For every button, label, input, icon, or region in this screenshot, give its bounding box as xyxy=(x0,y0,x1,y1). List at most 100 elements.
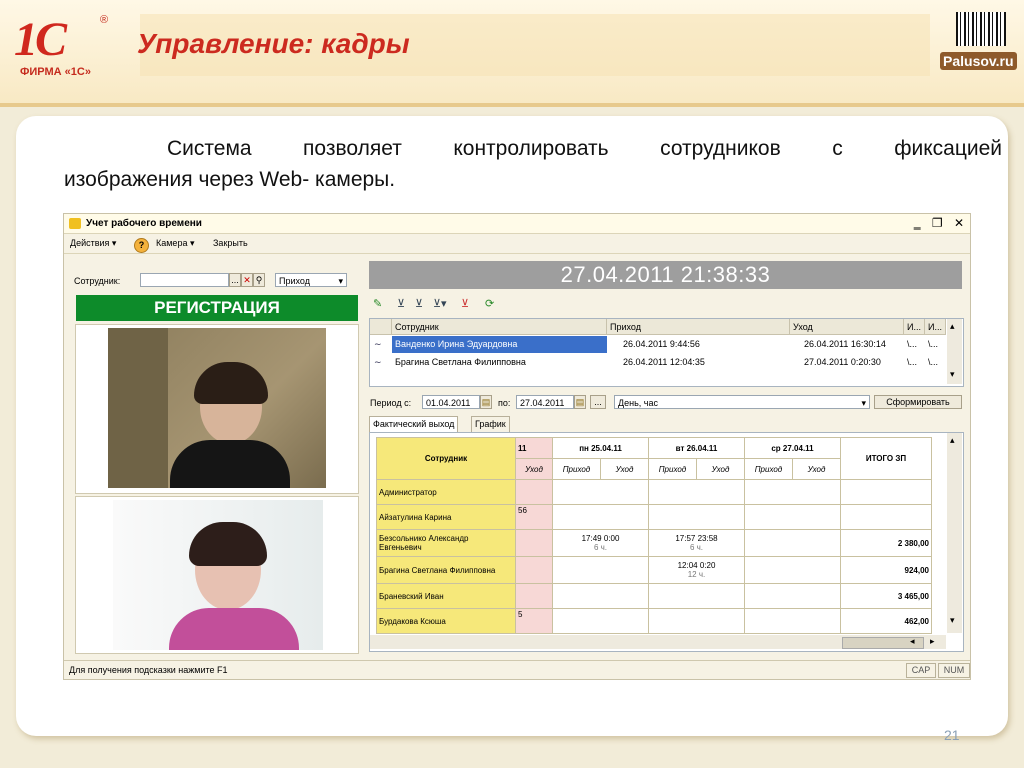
search-icon[interactable]: ⚲ xyxy=(253,273,265,287)
report-header-total: ИТОГО ЗП xyxy=(840,437,932,480)
table-row[interactable]: Администратор xyxy=(376,479,932,505)
period-select-button[interactable]: ... xyxy=(590,395,606,409)
minimize-icon[interactable]: ‗ xyxy=(914,216,921,230)
scroll-up-icon[interactable]: ▴ xyxy=(950,435,955,446)
scroll-right-icon[interactable]: ▸ xyxy=(930,636,935,647)
camera-view-1 xyxy=(75,324,359,494)
report-subheader: Приход xyxy=(552,458,601,480)
report-employee: Безсольнико Александр Евгеньевич xyxy=(376,529,516,557)
report-hour xyxy=(515,583,553,609)
row-icon: ∼ xyxy=(374,357,382,367)
report-subheader: Приход xyxy=(648,458,697,480)
report-vscrollbar[interactable]: ▴ ▾ xyxy=(947,433,962,633)
granularity-select[interactable]: День, час ▾ xyxy=(614,395,870,409)
filter-list-icon[interactable]: ⊻▾ xyxy=(433,297,447,310)
barcode-icon xyxy=(956,12,1006,46)
filter-apply-icon[interactable]: ⊻ xyxy=(415,297,423,310)
report-times: 17:57 23:58 xyxy=(675,534,718,543)
log-toolbar: ✎ ⊻ ⊻ ⊻▾ ⊻ ⟳ xyxy=(371,297,571,313)
help-icon[interactable]: ? xyxy=(134,238,149,253)
log-header-employee[interactable]: Сотрудник xyxy=(392,319,607,335)
webcam-photo-1 xyxy=(108,328,326,488)
filter-icon[interactable]: ⊻ xyxy=(397,297,405,310)
row-icon: ∼ xyxy=(374,339,382,349)
table-row[interactable]: Брагина Светлана Филипповна 12:04 0:20 12… xyxy=(376,556,932,584)
report-hscrollbar[interactable]: ◂ ▸ xyxy=(370,635,946,649)
window-controls: ‗ ❐ ✕ xyxy=(906,216,964,230)
table-row[interactable]: Браневский Иван 3 465,00 xyxy=(376,583,932,609)
tab-schedule[interactable]: График xyxy=(471,416,510,432)
menu-actions[interactable]: Действия ▾ xyxy=(70,238,116,249)
app-icon xyxy=(69,218,81,229)
report-employee: Айзатулина Карина xyxy=(376,504,516,530)
employee-input[interactable] xyxy=(140,273,229,287)
status-bar: Для получения подсказки нажмите F1 CAP N… xyxy=(64,660,970,679)
calendar-icon[interactable]: ▤ xyxy=(480,395,492,409)
slide-header: 1С ® ФИРМА «1С» Управление: кадры Paluso… xyxy=(0,0,1024,107)
log-header-c1[interactable]: И... xyxy=(904,319,925,335)
report-table: Сотрудник 11 пн 25.04.11 вт 26.04.11 ср … xyxy=(376,437,932,634)
log-header-in[interactable]: Приход xyxy=(607,319,790,335)
report-subheader: Приход xyxy=(744,458,793,480)
period-to-input[interactable]: 27.04.2011 xyxy=(516,395,574,409)
report-total: 462,00 xyxy=(840,608,932,634)
close-icon[interactable]: ✕ xyxy=(954,216,964,230)
scroll-down-icon[interactable]: ▾ xyxy=(950,615,955,626)
description-line-1: Система позволяет контролировать сотрудн… xyxy=(167,137,1002,160)
refresh-icon[interactable]: ⟳ xyxy=(485,297,494,310)
report-subheader: Уход xyxy=(792,458,841,480)
scroll-up-icon[interactable]: ▴ xyxy=(950,321,955,332)
report-hours: 6 ч. xyxy=(593,543,608,552)
restore-icon[interactable]: ❐ xyxy=(932,216,943,230)
report-header-day-1: пн 25.04.11 xyxy=(552,437,649,459)
window-menubar: Действия ▾ ? Камера ▾ Закрыть xyxy=(64,234,970,254)
logo-firm-name: ФИРМА «1С» xyxy=(20,66,91,78)
report-header-day-3: ср 27.04.11 xyxy=(744,437,841,459)
time-tracking-window: Учет рабочего времени ‗ ❐ ✕ Действия ▾ ?… xyxy=(63,213,971,680)
build-report-button[interactable]: Сформировать xyxy=(874,395,962,409)
table-row[interactable]: Айзатулина Карина 56 xyxy=(376,504,932,530)
report-hour: 56 xyxy=(515,504,553,530)
registration-button[interactable]: РЕГИСТРАЦИЯ xyxy=(76,295,358,321)
clear-icon[interactable]: ✕ xyxy=(241,273,253,287)
report-total xyxy=(840,504,932,530)
partner-logo-text: Palusov.ru xyxy=(940,52,1017,70)
filter-clear-icon[interactable]: ⊻ xyxy=(461,297,469,310)
direction-value: Приход xyxy=(279,276,310,286)
log-c2: \... xyxy=(928,339,939,349)
report-employee: Администратор xyxy=(376,479,516,505)
report-subheader: Уход xyxy=(600,458,649,480)
caps-indicator: CAP xyxy=(906,663,936,678)
calendar-icon[interactable]: ▤ xyxy=(574,395,586,409)
log-c2: \... xyxy=(928,357,939,367)
tab-actual-attendance[interactable]: Фактический выход xyxy=(369,416,459,432)
log-header-c2[interactable]: И... xyxy=(925,319,946,335)
slide-title: Управление: кадры xyxy=(137,28,410,59)
report-total: 3 465,00 xyxy=(840,583,932,609)
log-row[interactable]: ∼ Брагина Светлана Филипповна 26.04.2011… xyxy=(370,354,945,371)
report-times: 17:49 0:00 xyxy=(581,534,620,543)
log-header-icon xyxy=(370,319,392,335)
log-row[interactable]: ∼ Ванденко Ирина Эдуардовна 26.04.2011 9… xyxy=(370,336,945,353)
num-indicator: NUM xyxy=(938,663,970,678)
table-row[interactable]: Бурдакова Ксюша 5 462,00 xyxy=(376,608,932,634)
scroll-down-icon[interactable]: ▾ xyxy=(950,369,955,380)
menu-camera[interactable]: Камера ▾ xyxy=(156,238,194,249)
menu-close[interactable]: Закрыть xyxy=(213,238,248,248)
report-subheader: Уход xyxy=(515,458,553,480)
webcam-photo-2 xyxy=(113,500,323,650)
edit-icon[interactable]: ✎ xyxy=(373,297,382,310)
report-hour xyxy=(515,556,553,584)
window-title: Учет рабочего времени xyxy=(86,218,202,229)
table-row[interactable]: Безсольнико Александр Евгеньевич 17:49 0… xyxy=(376,529,932,557)
log-scrollbar[interactable]: ▴ ▾ xyxy=(947,319,962,384)
report-total xyxy=(840,479,932,505)
chevron-down-icon: ▾ xyxy=(861,398,866,408)
employee-select-button[interactable]: ... xyxy=(229,273,241,287)
scroll-left-icon[interactable]: ◂ xyxy=(910,636,915,647)
period-from-label: Период с: xyxy=(370,398,412,408)
direction-select[interactable]: Приход ▾ xyxy=(275,273,347,287)
log-header-out[interactable]: Уход xyxy=(790,319,904,335)
report-total: 924,00 xyxy=(840,556,932,584)
period-from-input[interactable]: 01.04.2011 xyxy=(422,395,480,409)
